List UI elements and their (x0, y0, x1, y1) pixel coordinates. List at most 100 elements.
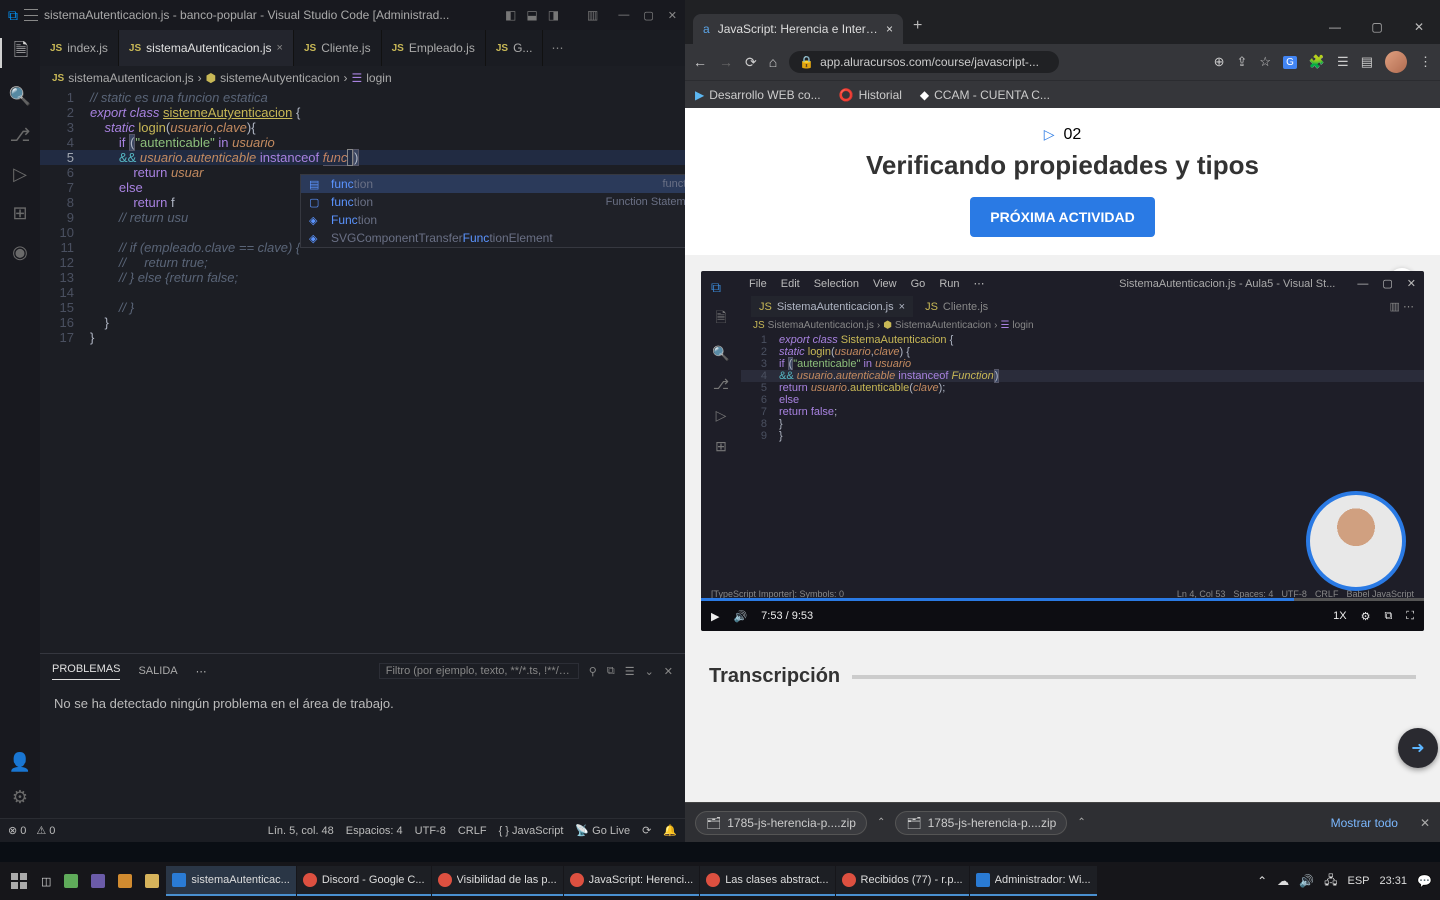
tab-cliente[interactable]: JSCliente.js (294, 30, 382, 66)
status-eol[interactable]: CRLF (458, 825, 487, 837)
tray-volume-icon[interactable]: 🔊 (1299, 874, 1314, 888)
pinned-app[interactable] (85, 866, 111, 896)
zoom-icon[interactable]: ⊕ (1214, 54, 1225, 70)
url-input[interactable]: 🔒 app.aluracursos.com/course/javascript-… (789, 51, 1059, 73)
translate-icon[interactable]: G (1283, 56, 1297, 69)
extensions-icon[interactable]: ⊞ (12, 203, 27, 224)
taskbar-admin[interactable]: Administrador: Wi... (970, 866, 1097, 896)
tab-overflow[interactable]: JSG... (486, 30, 544, 66)
tray-clock[interactable]: 23:31 (1380, 875, 1408, 887)
live-share-icon[interactable]: ◉ (12, 242, 28, 263)
bookmark-historial[interactable]: ⭕Historial (839, 88, 902, 102)
taskbar-chrome[interactable]: JavaScript: Herenci... (564, 866, 700, 896)
download-item[interactable]: 🗂1785-js-herencia-p....zip (895, 811, 1067, 835)
panel-left-icon[interactable]: ◧ (505, 8, 516, 22)
status-lang[interactable]: { } JavaScript (499, 825, 564, 837)
extensions-icon[interactable]: 🧩 (1309, 54, 1325, 70)
customize-layout-icon[interactable]: ▥ (587, 8, 598, 22)
status-warnings[interactable]: ⚠ 0 (36, 824, 55, 837)
home-icon[interactable]: ⌂ (769, 54, 777, 70)
autocomplete-item[interactable]: ◈SVGComponentTransferFunctionElement (301, 229, 685, 247)
tray-network-icon[interactable]: 🖧 (1324, 871, 1337, 892)
start-button[interactable] (4, 866, 34, 896)
close-panel-icon[interactable]: ✕ (664, 665, 673, 678)
menu-icon[interactable]: ⋮ (1419, 54, 1432, 70)
star-icon[interactable]: ☆ (1259, 54, 1271, 70)
close-tab-icon[interactable]: × (277, 42, 283, 54)
status-errors[interactable]: ⊗ 0 (8, 824, 26, 837)
forward-icon[interactable]: → (719, 54, 733, 70)
tray-notifications-icon[interactable]: 💬 (1417, 874, 1432, 888)
reading-list-icon[interactable]: ☰ (1337, 54, 1349, 70)
tab-index[interactable]: JSindex.js (40, 30, 119, 66)
status-spaces[interactable]: Espacios: 4 (346, 825, 403, 837)
autocomplete-item[interactable]: ▤functionfunction (301, 175, 685, 193)
filter-icon[interactable]: ⚲ (589, 665, 597, 678)
taskbar-vscode[interactable]: sistemaAutenticac... (166, 866, 295, 896)
tab-empleado[interactable]: JSEmpleado.js (382, 30, 486, 66)
show-all-link[interactable]: Mostrar todo (1331, 816, 1398, 830)
play-icon[interactable]: ▶ (711, 610, 719, 623)
close-tab-icon[interactable]: × (886, 22, 893, 36)
vscode-titlebar[interactable]: ⧉ sistemaAutenticacion.js - banco-popula… (0, 0, 685, 30)
autocomplete-popup[interactable]: ▤functionfunction ▢functionFunction Stat… (300, 174, 685, 248)
dots-icon[interactable]: ⋯ (196, 665, 207, 678)
taskbar-chrome[interactable]: Visibilidad de las p... (432, 866, 563, 896)
chevron-up-icon[interactable]: ⌃ (877, 817, 885, 828)
chevron-down-icon[interactable]: ⌄ (645, 665, 654, 678)
list-icon[interactable]: ☰ (625, 665, 635, 678)
account-icon[interactable]: 👤 (9, 752, 31, 773)
close-bar-icon[interactable]: ✕ (1420, 816, 1430, 830)
gear-icon[interactable]: ⚙ (1361, 610, 1371, 623)
status-golive[interactable]: 📡 Go Live (575, 824, 630, 837)
new-tab-icon[interactable]: + (903, 17, 932, 35)
tab-salida[interactable]: SALIDA (138, 665, 177, 677)
breadcrumbs[interactable]: JS sistemaAutenticacion.js› ⬢sistemeAuty… (40, 66, 685, 90)
tray-language[interactable]: ESP (1348, 875, 1370, 887)
download-item[interactable]: 🗂1785-js-herencia-p....zip (695, 811, 867, 835)
maximize-icon[interactable]: ▢ (643, 9, 653, 22)
taskbar-chrome[interactable]: Las clases abstract... (700, 866, 834, 896)
side-panel-icon[interactable]: ▤ (1361, 54, 1373, 70)
filter-input[interactable]: Filtro (por ejemplo, texto, **/*.ts, !**… (379, 663, 579, 679)
file-explorer-icon[interactable] (139, 866, 165, 896)
status-sync-icon[interactable]: ⟳ (642, 824, 651, 837)
collapse-icon[interactable]: ⧉ (607, 665, 615, 678)
tab-sistema-autenticacion[interactable]: JSsistemaAutenticacion.js× (119, 30, 294, 66)
tray-onedrive-icon[interactable]: ☁ (1277, 874, 1289, 888)
bookmark-desarrollo[interactable]: ▶Desarrollo WEB co... (695, 88, 821, 102)
hamburger-icon[interactable] (24, 9, 38, 21)
autocomplete-item[interactable]: ▢functionFunction Statement (301, 193, 685, 211)
share-icon[interactable]: ⇪ (1237, 54, 1248, 70)
search-icon[interactable]: 🔍 (9, 86, 31, 107)
status-line-col[interactable]: Lín. 5, col. 48 (268, 825, 334, 837)
status-bell-icon[interactable]: 🔔 (663, 824, 677, 837)
browser-tab[interactable]: a JavaScript: Herencia e Interfaces e × (693, 14, 903, 44)
tray-chevron-up-icon[interactable]: ⌃ (1257, 874, 1267, 888)
pinned-app[interactable] (58, 866, 84, 896)
close-icon[interactable]: ✕ (668, 9, 677, 22)
layout-icons[interactable]: ◧ ⬓ ◨ ▥ (505, 8, 598, 22)
pinned-app[interactable] (112, 866, 138, 896)
run-debug-icon[interactable]: ▷ (13, 164, 27, 185)
profile-avatar[interactable] (1385, 51, 1407, 73)
panel-bottom-icon[interactable]: ⬓ (526, 8, 537, 22)
autocomplete-item[interactable]: ◈Function (301, 211, 685, 229)
source-control-icon[interactable]: ⎇ (10, 125, 31, 146)
taskview-icon[interactable]: ◫ (35, 866, 57, 896)
minimize-icon[interactable]: — (1314, 10, 1356, 44)
next-activity-button[interactable]: PRÓXIMA ACTIVIDAD (970, 197, 1154, 237)
explorer-icon[interactable]: 🗎 (0, 38, 40, 68)
floating-action-button[interactable]: ➜ (1398, 728, 1438, 768)
volume-icon[interactable]: 🔊 (733, 610, 747, 623)
back-icon[interactable]: ← (693, 54, 707, 70)
taskbar-discord[interactable]: Discord - Google C... (297, 866, 431, 896)
tab-problemas[interactable]: PROBLEMAS (52, 663, 120, 680)
panel-right-icon[interactable]: ◨ (548, 8, 559, 22)
taskbar-chrome[interactable]: Recibidos (77) - r.p... (836, 866, 969, 896)
status-encoding[interactable]: UTF-8 (415, 825, 446, 837)
pip-icon[interactable]: ⧉ (1384, 610, 1392, 623)
tabs-overflow-icon[interactable]: ⋯ (543, 30, 571, 66)
bookmark-ccam[interactable]: ◆CCAM - CUENTA C... (920, 88, 1050, 102)
fullscreen-icon[interactable]: ⛶ (1406, 610, 1414, 623)
